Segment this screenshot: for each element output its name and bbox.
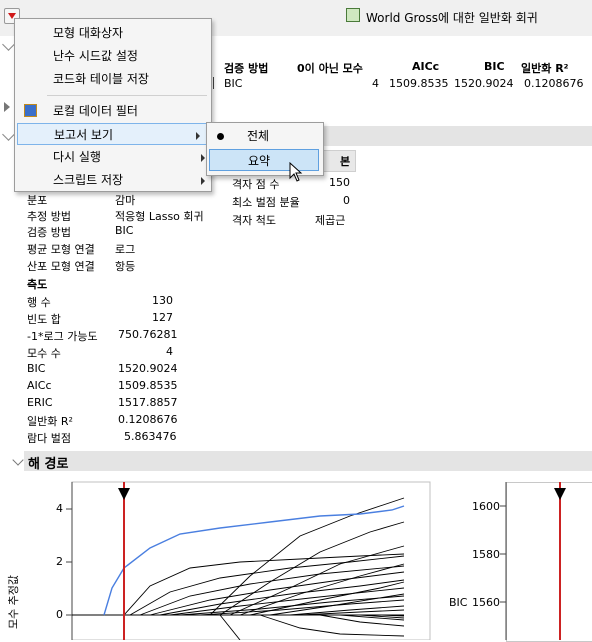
- spec-value: 감마: [115, 194, 136, 207]
- outline-expand-icon[interactable]: [4, 102, 10, 112]
- measures-title: 측도: [27, 278, 48, 291]
- right-ytick-label: 1600: [472, 500, 500, 513]
- menu-item-report-view[interactable]: 보고서 보기: [17, 123, 207, 145]
- spec-label: 평균 모형 연결: [27, 243, 95, 256]
- solution-path-header: [24, 451, 592, 471]
- outline-collapse-icon-3[interactable]: [12, 454, 24, 466]
- context-menu: 모형 대화상자 난수 시드값 설정 코드화 테이블 저장 로컬 데이터 필터 보…: [14, 18, 212, 192]
- submenu-item-full[interactable]: 전체: [207, 125, 323, 147]
- parameter-estimates-chart: [66, 481, 431, 640]
- grid-row-value: 0: [343, 194, 350, 207]
- col-header-bic: BIC: [484, 60, 505, 73]
- window-title: World Gross에 대한 일반화 회귀: [366, 11, 538, 25]
- outline-collapse-icon-2[interactable]: [2, 128, 15, 141]
- measure-value: 1520.9024: [118, 362, 178, 375]
- measure-value: 130: [152, 294, 173, 307]
- grid-row-label: 격자 점 수: [232, 178, 280, 191]
- spec-value: 항등: [115, 260, 136, 273]
- menu-item-label: 난수 시드값 설정: [53, 49, 138, 63]
- col-header-validation: 검증 방법: [224, 62, 269, 75]
- menu-item-save-coding-table[interactable]: 코드화 테이블 저장: [15, 68, 211, 90]
- left-ytick-label: 4: [56, 502, 63, 515]
- grid-panel-header-text: 본: [340, 155, 351, 168]
- measure-label: 일반화 R²: [27, 415, 73, 428]
- spec-label: 추정 방법: [27, 210, 71, 223]
- table-divider: [213, 77, 214, 89]
- menu-item-label: 코드화 테이블 저장: [53, 72, 149, 86]
- measure-value: 127: [152, 311, 173, 324]
- mouse-cursor-icon: [289, 162, 303, 182]
- spec-value: 적응형 Lasso 회귀: [115, 210, 204, 223]
- spec-label: 검증 방법: [27, 226, 71, 239]
- left-ytick-label: 2: [56, 555, 63, 568]
- grid-row-value: 150: [329, 176, 350, 189]
- spec-value: BIC: [115, 224, 134, 237]
- col-header-r2: 일반화 R²: [521, 62, 569, 75]
- table-cell-validation: BIC: [224, 77, 243, 90]
- measure-label: 람다 벌점: [27, 432, 71, 445]
- measure-value: 0.1208676: [118, 413, 178, 426]
- grid-row-label: 격자 척도: [232, 214, 276, 227]
- spec-label: 분포: [27, 194, 48, 207]
- menu-item-label: 스크립트 저장: [53, 173, 124, 187]
- measure-value: 4: [166, 345, 173, 358]
- spec-value: 로그: [115, 243, 136, 256]
- col-header-nonzero-params: 0이 아닌 모수: [297, 62, 363, 75]
- outline-collapse-icon[interactable]: [2, 38, 15, 51]
- measure-value: 1517.8857: [118, 396, 178, 409]
- menu-item-model-dialog[interactable]: 모형 대화상자: [15, 22, 211, 44]
- checked-bullet-icon: [217, 133, 224, 140]
- measure-label: ERIC: [27, 396, 53, 409]
- submenu-item-label: 전체: [247, 129, 270, 143]
- report-view-submenu: 전체 요약: [206, 122, 324, 176]
- submenu-arrow-icon: [196, 132, 200, 140]
- measure-label: AICc: [27, 379, 52, 392]
- report-window-icon: [346, 8, 360, 22]
- solution-path-title: 해 경로: [28, 457, 69, 472]
- measure-label: 행 수: [27, 296, 51, 309]
- menu-item-label: 보고서 보기: [54, 128, 114, 142]
- menu-item-label: 다시 실행: [53, 150, 101, 164]
- right-ytick-label: 1580: [472, 548, 500, 561]
- table-cell-aicc: 1509.8535: [389, 77, 449, 90]
- menu-item-save-script[interactable]: 스크립트 저장: [15, 169, 211, 191]
- left-ylabel: 모수 추정값: [7, 574, 21, 630]
- col-header-aicc: AICc: [412, 60, 440, 73]
- menu-item-local-data-filter[interactable]: 로컬 데이터 필터: [15, 100, 211, 122]
- measure-value: 750.76281: [118, 328, 178, 341]
- table-cell-nonzero-params: 4: [372, 77, 379, 90]
- menu-item-set-random-seed[interactable]: 난수 시드값 설정: [15, 45, 211, 67]
- bic-lambda-marker-handle: [554, 488, 566, 500]
- measure-label: BIC: [27, 362, 46, 375]
- grid-row-label: 최소 벌점 분율: [232, 196, 300, 209]
- menu-item-label: 로컬 데이터 필터: [53, 104, 138, 118]
- right-ylabel: BIC: [449, 596, 468, 609]
- measure-value: 1509.8535: [118, 379, 178, 392]
- spec-label: 산포 모형 연결: [27, 260, 95, 273]
- measure-label: -1*로그 가능도: [27, 330, 98, 343]
- right-ytick-label: 1560: [472, 596, 500, 609]
- submenu-arrow-icon: [201, 154, 205, 162]
- measure-label: 빈도 합: [27, 313, 61, 326]
- menu-item-rerun[interactable]: 다시 실행: [15, 146, 211, 168]
- left-ytick-label: 0: [56, 608, 63, 621]
- bic-chart: [500, 482, 566, 640]
- submenu-arrow-icon: [201, 177, 205, 185]
- measure-value: 5.863476: [124, 430, 177, 443]
- grid-row-value: 제곱근: [315, 214, 346, 227]
- menu-item-label: 모형 대화상자: [53, 26, 124, 40]
- measure-label: 모수 수: [27, 347, 61, 360]
- table-cell-r2: 0.1208676: [524, 77, 584, 90]
- submenu-item-label: 요약: [248, 154, 271, 168]
- table-cell-bic: 1520.9024: [454, 77, 514, 90]
- local-data-filter-icon: [24, 104, 37, 117]
- menu-separator: [47, 95, 207, 96]
